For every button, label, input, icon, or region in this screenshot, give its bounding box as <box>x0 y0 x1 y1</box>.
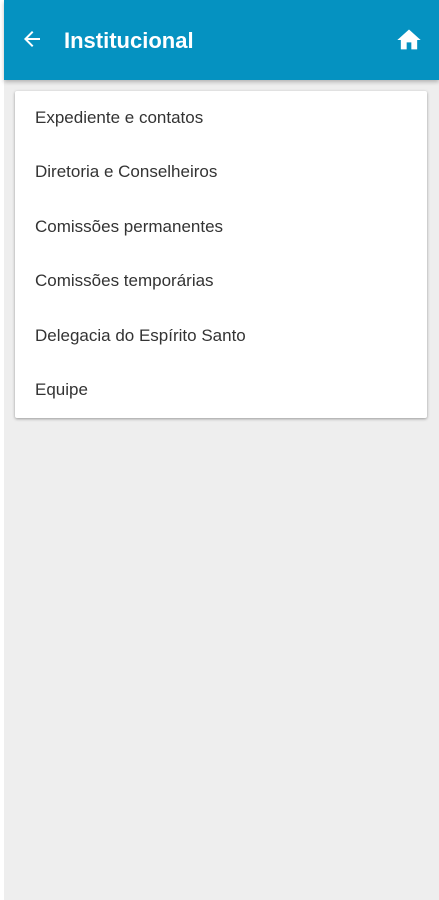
back-button[interactable] <box>17 24 47 54</box>
menu-item-diretoria-e-conselheiros[interactable]: Diretoria e Conselheiros <box>15 145 427 199</box>
app-bar: Institucional <box>4 0 439 80</box>
menu-item-comissoes-permanentes[interactable]: Comissões permanentes <box>15 200 427 254</box>
menu-item-equipe[interactable]: Equipe <box>15 363 427 417</box>
institutional-menu-card: Expediente e contatos Diretoria e Consel… <box>15 91 427 418</box>
screen-left-edge <box>0 0 4 900</box>
menu-item-delegacia-espirito-santo[interactable]: Delegacia do Espírito Santo <box>15 309 427 363</box>
arrow-left-icon <box>24 31 40 47</box>
menu-item-expediente-e-contatos[interactable]: Expediente e contatos <box>15 91 427 145</box>
menu-item-label: Expediente e contatos <box>35 108 204 127</box>
menu-item-label: Diretoria e Conselheiros <box>35 162 218 181</box>
home-icon <box>397 29 421 50</box>
menu-item-label: Equipe <box>35 380 88 399</box>
menu-item-comissoes-temporarias[interactable]: Comissões temporárias <box>15 254 427 308</box>
menu-item-label: Delegacia do Espírito Santo <box>35 326 246 345</box>
menu-item-label: Comissões permanentes <box>35 217 224 236</box>
page-title: Institucional <box>64 28 194 53</box>
home-button[interactable] <box>393 25 425 55</box>
menu-item-label: Comissões temporárias <box>35 271 214 290</box>
